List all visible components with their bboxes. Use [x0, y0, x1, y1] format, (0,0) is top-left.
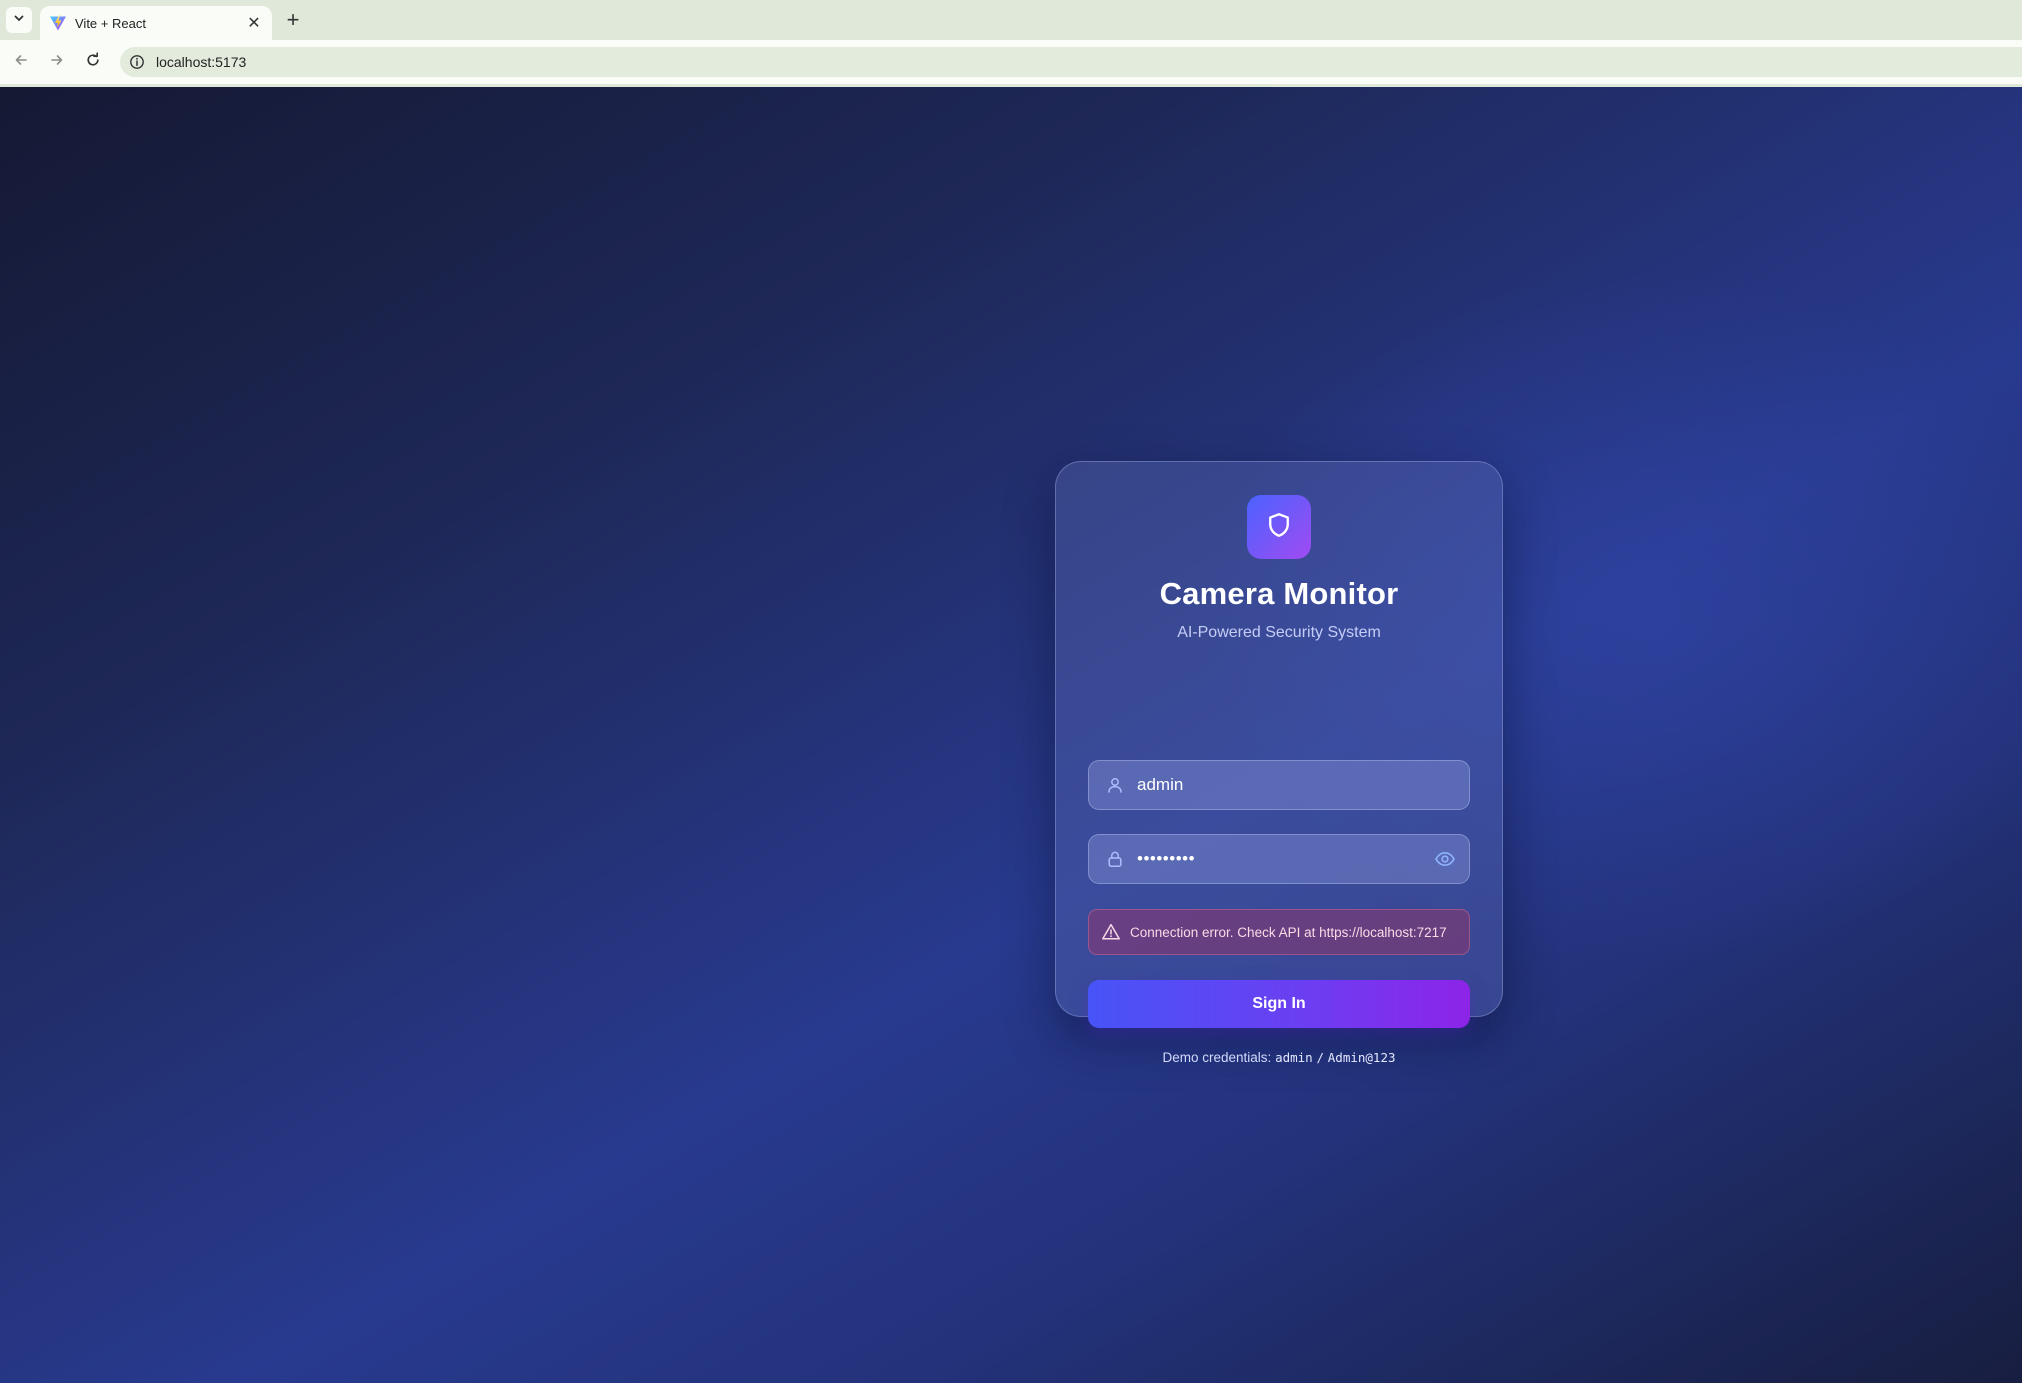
- info-icon[interactable]: [122, 47, 152, 77]
- demo-separator: /: [1316, 1050, 1324, 1065]
- tab-close-icon[interactable]: ✕: [242, 11, 266, 35]
- eye-icon[interactable]: [1431, 845, 1459, 873]
- password-input[interactable]: •••••••••: [1137, 849, 1431, 869]
- user-icon: [1105, 775, 1125, 795]
- vite-logo-icon: [49, 14, 67, 32]
- forward-button[interactable]: [43, 48, 71, 76]
- chevron-down-icon: [13, 11, 25, 29]
- back-button[interactable]: [7, 48, 35, 76]
- username-field[interactable]: admin: [1088, 760, 1470, 810]
- demo-credentials-prefix: Demo credentials:: [1162, 1050, 1272, 1065]
- login-card: Camera Monitor AI-Powered Security Syste…: [1055, 461, 1503, 1065]
- password-field[interactable]: •••••••••: [1088, 834, 1470, 884]
- browser-tab-active[interactable]: Vite + React ✕: [40, 6, 272, 40]
- browser-toolbar: localhost:5173: [0, 40, 2022, 84]
- demo-credentials: Demo credentials: admin / Admin@123: [1056, 1050, 1502, 1065]
- app-logo: [1247, 495, 1311, 559]
- page-title: Camera Monitor: [1159, 576, 1399, 611]
- demo-username: admin: [1275, 1050, 1313, 1065]
- error-alert: Connection error. Check API at https://l…: [1088, 909, 1470, 955]
- username-input[interactable]: admin: [1137, 775, 1469, 795]
- sign-in-button[interactable]: Sign In: [1088, 980, 1470, 1028]
- lock-icon: [1105, 849, 1125, 869]
- warning-triangle-icon: [1101, 922, 1121, 942]
- url-text: localhost:5173: [156, 54, 247, 70]
- address-bar[interactable]: localhost:5173: [120, 47, 2022, 77]
- arrow-right-icon: [49, 52, 65, 73]
- shield-icon: [1265, 511, 1293, 544]
- new-tab-button[interactable]: +: [280, 7, 306, 33]
- reload-icon: [85, 51, 101, 73]
- tab-search-button[interactable]: [6, 7, 32, 33]
- tab-title: Vite + React: [75, 15, 146, 31]
- reload-button[interactable]: [79, 48, 107, 76]
- login-page-background: Camera Monitor AI-Powered Security Syste…: [0, 87, 2022, 1383]
- demo-password: Admin@123: [1327, 1050, 1396, 1065]
- page-subtitle: AI-Powered Security System: [1177, 624, 1381, 641]
- error-message: Connection error. Check API at https://l…: [1130, 924, 1447, 940]
- browser-tab-bar: Vite + React ✕ +: [0, 0, 2022, 40]
- arrow-left-icon: [13, 52, 29, 73]
